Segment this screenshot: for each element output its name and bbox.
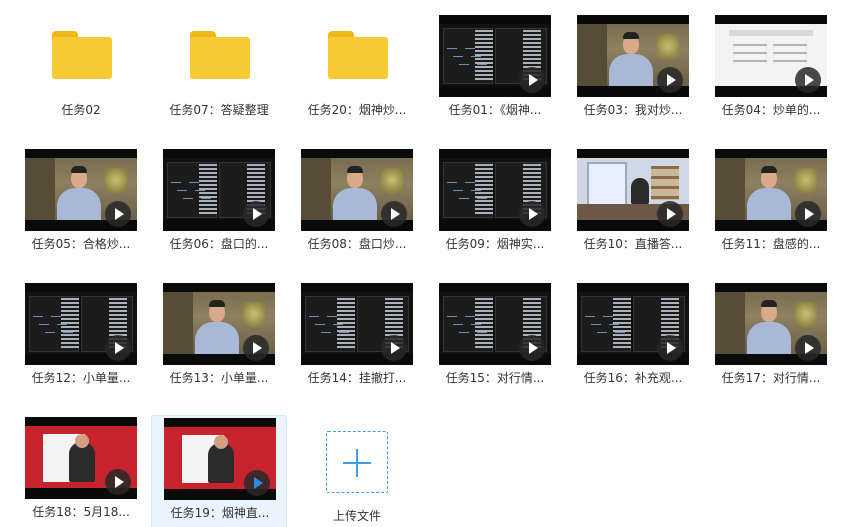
play-icon[interactable] <box>244 470 270 496</box>
video-thumbnail <box>715 149 827 231</box>
file-name-label: 任务10：直播答... <box>583 237 683 251</box>
video-thumbnail <box>439 283 551 365</box>
file-name-label: 任务09：烟神实... <box>445 237 545 251</box>
file-name-label: 任务13：小单量... <box>169 371 269 385</box>
file-name-label: 任务16：补充观... <box>583 371 683 385</box>
file-name-label: 任务17：对行情... <box>721 371 821 385</box>
video-thumbnail <box>25 283 137 365</box>
video-thumbnail <box>577 149 689 231</box>
folder-icon <box>52 31 112 79</box>
upload-plus-icon[interactable] <box>326 431 388 493</box>
video-file-tile[interactable]: 任务14：挂撤打... <box>289 281 425 407</box>
play-icon[interactable] <box>105 335 131 361</box>
file-name-label: 任务18：5月18... <box>32 505 130 519</box>
video-thumbnail <box>715 283 827 365</box>
file-name-label: 任务08：盘口炒... <box>307 237 407 251</box>
video-file-tile[interactable]: 任务01：《烟神... <box>427 13 563 139</box>
play-icon[interactable] <box>105 469 131 495</box>
folder-tile[interactable]: 任务02 <box>13 13 149 139</box>
play-icon[interactable] <box>519 201 545 227</box>
file-grid: 任务02 任务07：答疑整理 任务20：烟神炒... 任务01：《烟神... 任务03：… <box>0 0 862 527</box>
file-name-label: 上传文件 <box>332 509 381 523</box>
video-file-tile[interactable]: 任务17：对行情... <box>703 281 839 407</box>
file-name-label: 任务06：盘口的... <box>169 237 269 251</box>
play-icon[interactable] <box>795 201 821 227</box>
play-icon[interactable] <box>105 201 131 227</box>
video-thumbnail <box>25 417 137 499</box>
play-icon[interactable] <box>243 201 269 227</box>
file-name-label: 任务04：炒单的... <box>721 103 821 117</box>
file-name-label: 任务14：挂撤打... <box>307 371 407 385</box>
video-thumbnail <box>577 283 689 365</box>
video-file-tile[interactable]: 任务10：直播答... <box>565 147 701 273</box>
play-icon[interactable] <box>795 67 821 93</box>
video-thumbnail <box>301 149 413 231</box>
upload-file-tile[interactable]: 上传文件 <box>289 415 425 527</box>
video-file-tile[interactable]: 任务05：合格炒... <box>13 147 149 273</box>
video-file-tile[interactable]: 任务13：小单量... <box>151 281 287 407</box>
play-icon[interactable] <box>657 201 683 227</box>
folder-tile[interactable]: 任务20：烟神炒... <box>289 13 425 139</box>
folder-tile[interactable]: 任务07：答疑整理 <box>151 13 287 139</box>
video-thumbnail <box>439 15 551 97</box>
file-name-label: 任务15：对行情... <box>445 371 545 385</box>
video-thumbnail <box>163 283 275 365</box>
folder-icon <box>190 31 250 79</box>
play-icon[interactable] <box>243 335 269 361</box>
play-icon[interactable] <box>795 335 821 361</box>
file-name-label: 任务05：合格炒... <box>31 237 131 251</box>
video-thumbnail <box>163 149 275 231</box>
file-name-label: 任务19：烟神直... <box>170 506 270 520</box>
play-icon[interactable] <box>519 67 545 93</box>
play-icon[interactable] <box>657 67 683 93</box>
folder-icon <box>328 31 388 79</box>
file-name-label: 任务12：小单量... <box>31 371 131 385</box>
file-name-label: 任务07：答疑整理 <box>169 103 269 117</box>
video-file-tile[interactable]: 任务15：对行情... <box>427 281 563 407</box>
video-file-tile[interactable]: 任务04：炒单的... <box>703 13 839 139</box>
video-thumbnail <box>301 283 413 365</box>
play-icon[interactable] <box>519 335 545 361</box>
file-name-label: 任务02 <box>61 103 101 117</box>
play-icon[interactable] <box>381 335 407 361</box>
play-icon[interactable] <box>657 335 683 361</box>
video-file-tile[interactable]: 任务08：盘口炒... <box>289 147 425 273</box>
file-name-label: 任务11：盘感的... <box>721 237 821 251</box>
file-name-label: 任务01：《烟神... <box>448 103 542 117</box>
video-file-tile[interactable]: 任务03：我对炒... <box>565 13 701 139</box>
video-thumbnail <box>439 149 551 231</box>
video-thumbnail <box>577 15 689 97</box>
video-thumbnail <box>164 418 276 500</box>
video-thumbnail <box>715 15 827 97</box>
video-file-tile[interactable]: 任务06：盘口的... <box>151 147 287 273</box>
video-file-tile[interactable]: 任务16：补充观... <box>565 281 701 407</box>
file-name-label: 任务20：烟神炒... <box>307 103 407 117</box>
video-file-tile[interactable]: 任务11：盘感的... <box>703 147 839 273</box>
video-thumbnail <box>25 149 137 231</box>
video-file-tile[interactable]: 任务09：烟神实... <box>427 147 563 273</box>
video-file-tile[interactable]: 任务19：烟神直... <box>151 415 287 527</box>
file-name-label: 任务03：我对炒... <box>583 103 683 117</box>
play-icon[interactable] <box>381 201 407 227</box>
video-file-tile[interactable]: 任务12：小单量... <box>13 281 149 407</box>
video-file-tile[interactable]: 任务18：5月18... <box>13 415 149 527</box>
